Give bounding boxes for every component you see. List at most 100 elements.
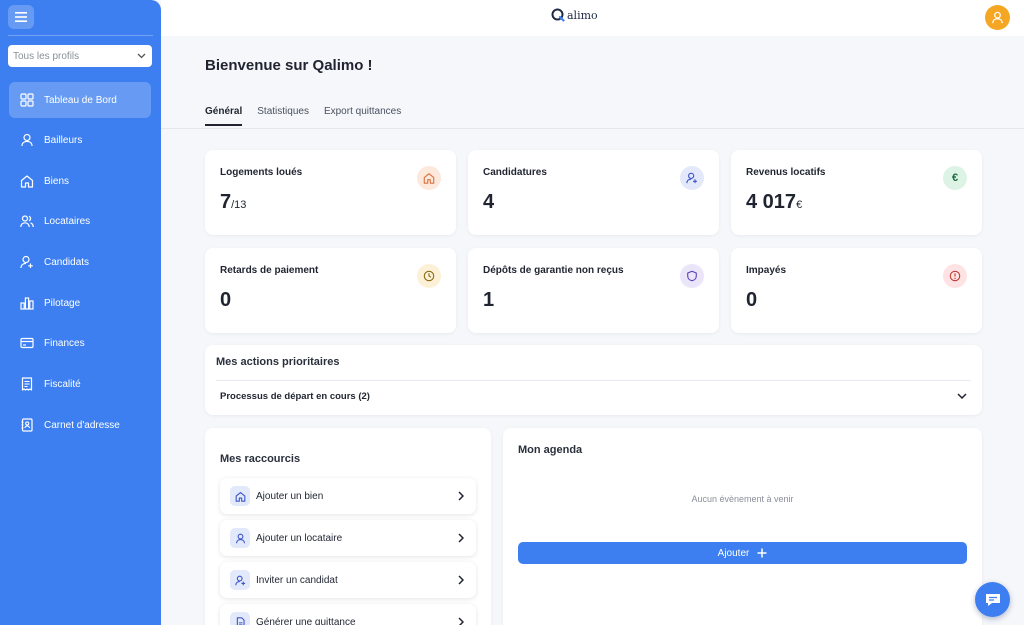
document-icon: [230, 612, 250, 625]
sidebar-item-label: Candidats: [44, 256, 90, 268]
top-bar: alimo: [161, 0, 1024, 36]
sidebar-item-finances[interactable]: Finances: [9, 325, 151, 361]
app-logo[interactable]: alimo: [551, 8, 598, 22]
receipt-icon: [21, 377, 33, 391]
chevron-right-icon: [458, 533, 464, 543]
agenda-empty-text: Aucun évènement à venir: [691, 494, 794, 504]
shortcut-inviter-candidat[interactable]: Inviter un candidat: [220, 562, 476, 598]
euro-icon: €: [943, 166, 967, 190]
shortcut-ajouter-locataire[interactable]: Ajouter un locataire: [220, 520, 476, 556]
kpi-card-retards-de-paiement[interactable]: Retards de paiement 0: [205, 248, 456, 333]
tabs-divider: [161, 128, 1024, 129]
section-title: Mes actions prioritaires: [216, 356, 340, 368]
plus-icon: [757, 548, 767, 558]
chevron-right-icon: [458, 491, 464, 501]
chat-button[interactable]: [975, 582, 1010, 617]
sidebar-item-fiscalite[interactable]: Fiscalité: [9, 366, 151, 402]
shortcut-ajouter-bien[interactable]: Ajouter un bien: [220, 478, 476, 514]
alert-icon: [943, 264, 967, 288]
kpi-value: 0: [746, 289, 758, 311]
chevron-down-icon: [957, 393, 967, 399]
profile-select-value: Tous les profils: [13, 50, 80, 62]
user-plus-icon: [230, 570, 250, 590]
sidebar-item-label: Locataires: [44, 215, 91, 227]
agenda-add-button[interactable]: Ajouter: [518, 542, 967, 564]
sidebar-item-pilotage[interactable]: Pilotage: [9, 285, 151, 321]
sidebar-item-label: Carnet d'adresse: [44, 419, 120, 431]
sidebar-item-label: Biens: [44, 175, 70, 187]
tab-export-quittances[interactable]: Export quittances: [324, 106, 401, 126]
kpi-label: Dépôts de garantie non reçus: [483, 265, 624, 276]
divider: [216, 380, 971, 381]
chevron-right-icon: [458, 617, 464, 625]
sidebar-item-candidats[interactable]: Candidats: [9, 244, 151, 280]
sidebar-item-locataires[interactable]: Locataires: [9, 203, 151, 239]
user-avatar[interactable]: [985, 5, 1010, 30]
sidebar-item-label: Fiscalité: [44, 378, 81, 390]
add-button-label: Ajouter: [717, 547, 750, 559]
user-plus-icon: [20, 255, 33, 269]
sidebar-item-carnet-adresse[interactable]: Carnet d'adresse: [9, 407, 151, 443]
kpi-card-impayes[interactable]: Impayés 0: [731, 248, 982, 333]
kpi-value: 4 017€: [746, 191, 803, 213]
sidebar-item-label: Tableau de Bord: [44, 94, 117, 106]
tab-statistiques[interactable]: Statistiques: [257, 106, 309, 126]
section-title: Mes raccourcis: [220, 453, 301, 465]
sidebar-item-bailleurs[interactable]: Bailleurs: [9, 122, 151, 158]
shortcuts-panel: Mes raccourcis Ajouter un bien Ajouter u…: [205, 428, 491, 625]
menu-toggle-button[interactable]: [8, 5, 34, 29]
shortcut-generer-quittance[interactable]: Générer une quittance: [220, 604, 476, 625]
shield-icon: [680, 264, 704, 288]
agenda-panel: Mon agenda Aucun évènement à venir Ajout…: [503, 428, 982, 625]
home-icon: [230, 486, 250, 506]
address-book-icon: [21, 418, 33, 432]
home-icon: [417, 166, 441, 190]
accordion-row-processus-depart[interactable]: Processus de départ en cours (2): [220, 387, 967, 405]
shortcut-label: Ajouter un locataire: [256, 532, 343, 544]
sidebar-item-tableau-de-bord[interactable]: Tableau de Bord: [9, 82, 151, 118]
kpi-label: Impayés: [746, 265, 787, 276]
logo-text: alimo: [567, 8, 598, 22]
kpi-card-candidatures[interactable]: Candidatures 4: [468, 150, 719, 235]
hamburger-icon: [15, 12, 27, 22]
kpi-card-logements-loues[interactable]: Logements loués 7/13: [205, 150, 456, 235]
kpi-value: 4: [483, 191, 495, 213]
sidebar: Tous les profils Tableau de Bord Bailleu…: [0, 0, 161, 625]
kpi-label: Revenus locatifs: [746, 167, 826, 178]
sidebar-divider: [8, 35, 153, 36]
user-plus-icon: [680, 166, 704, 190]
kpi-value: 1: [483, 289, 495, 311]
priority-actions-panel: Mes actions prioritaires Processus de dé…: [205, 345, 982, 415]
sidebar-item-biens[interactable]: Biens: [9, 163, 151, 199]
qalimo-logo-icon: [551, 8, 565, 22]
users-icon: [20, 215, 34, 228]
kpi-label: Candidatures: [483, 167, 547, 178]
accordion-label: Processus de départ en cours (2): [220, 390, 370, 402]
shortcut-label: Générer une quittance: [256, 616, 356, 625]
page-title: Bienvenue sur Qalimo !: [205, 57, 373, 74]
credit-card-icon: [20, 337, 34, 349]
sidebar-item-label: Finances: [44, 337, 85, 349]
profile-select[interactable]: Tous les profils: [8, 45, 152, 67]
user-icon: [992, 11, 1003, 24]
tabs: Général Statistiques Export quittances: [205, 106, 401, 126]
home-icon: [20, 175, 34, 188]
sidebar-item-label: Pilotage: [44, 297, 81, 309]
dashboard-icon: [20, 93, 34, 107]
kpi-label: Logements loués: [220, 167, 303, 178]
shortcut-label: Inviter un candidat: [256, 574, 338, 586]
kpi-value: 0: [220, 289, 232, 311]
chevron-down-icon: [137, 53, 146, 59]
kpi-label: Retards de paiement: [220, 265, 319, 276]
chevron-right-icon: [458, 575, 464, 585]
sidebar-item-label: Bailleurs: [44, 134, 83, 146]
user-icon: [230, 528, 250, 548]
kpi-card-depots-de-garantie[interactable]: Dépôts de garantie non reçus 1: [468, 248, 719, 333]
user-icon: [21, 133, 33, 147]
clock-icon: [417, 264, 441, 288]
kpi-value: 7/13: [220, 191, 247, 213]
tab-general[interactable]: Général: [205, 106, 243, 126]
bar-chart-icon: [20, 297, 34, 310]
kpi-card-revenus-locatifs[interactable]: Revenus locatifs 4 017€ €: [731, 150, 982, 235]
section-title: Mon agenda: [518, 444, 583, 456]
